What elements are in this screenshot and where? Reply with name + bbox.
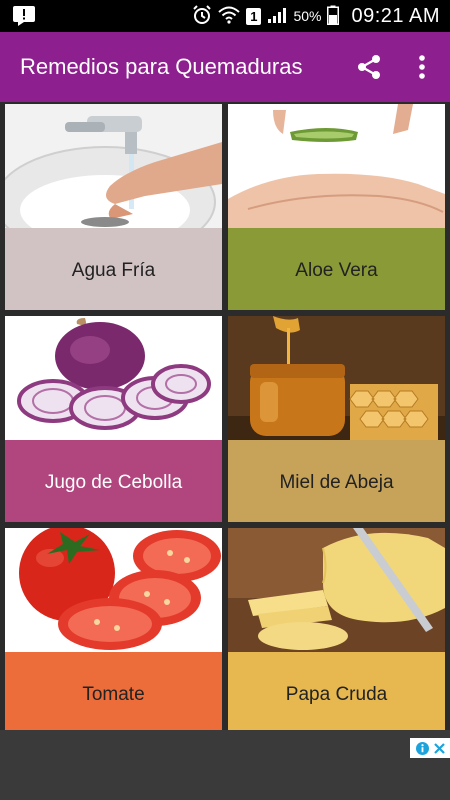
sim-badge: 1 xyxy=(246,7,262,25)
app-bar: Remedios para Quemaduras xyxy=(0,32,450,102)
overflow-menu-button[interactable] xyxy=(408,50,436,84)
battery-icon xyxy=(327,5,340,28)
signal-icon xyxy=(267,6,287,27)
status-bar: 1 50% 09:21 AM xyxy=(0,0,450,32)
remedy-label: Tomate xyxy=(5,652,222,734)
remedy-card-miel-de-abeja[interactable]: Miel de Abeja xyxy=(228,316,445,522)
more-vert-icon xyxy=(419,55,425,79)
close-icon xyxy=(433,742,445,754)
remedy-card-papa-cruda[interactable]: Papa Cruda xyxy=(228,528,445,734)
remedy-label: Jugo de Cebolla xyxy=(5,440,222,522)
remedy-card-jugo-de-cebolla[interactable]: Jugo de Cebolla xyxy=(5,316,222,522)
notification-icon xyxy=(12,5,36,27)
jugo-de-cebolla-photo xyxy=(5,316,222,440)
remedy-card-agua-fria[interactable]: Agua Fría xyxy=(5,104,222,310)
wifi-icon xyxy=(218,6,240,27)
remedy-label: Papa Cruda xyxy=(228,652,445,734)
adchoices-badge[interactable] xyxy=(410,738,450,758)
alarm-icon xyxy=(192,4,212,28)
clock: 09:21 AM xyxy=(351,4,440,27)
battery-percent: 50% xyxy=(293,8,322,24)
app-title: Remedios para Quemaduras xyxy=(20,54,303,79)
miel-de-abeja-photo xyxy=(228,316,445,440)
tomate-photo xyxy=(5,528,222,652)
share-button[interactable] xyxy=(352,50,386,84)
remedies-grid: Agua Fría Aloe Vera Jugo de Cebolla Miel… xyxy=(0,102,450,734)
ad-banner[interactable] xyxy=(0,730,450,800)
share-icon xyxy=(358,55,380,79)
papa-cruda-photo xyxy=(228,528,445,652)
aloe-vera-photo xyxy=(228,104,445,228)
info-icon xyxy=(415,741,429,755)
remedy-label: Agua Fría xyxy=(5,228,222,310)
remedy-card-aloe-vera[interactable]: Aloe Vera xyxy=(228,104,445,310)
agua-fria-photo xyxy=(5,104,222,228)
remedy-label: Aloe Vera xyxy=(228,228,445,310)
remedy-card-tomate[interactable]: Tomate xyxy=(5,528,222,734)
remedy-label: Miel de Abeja xyxy=(228,440,445,522)
